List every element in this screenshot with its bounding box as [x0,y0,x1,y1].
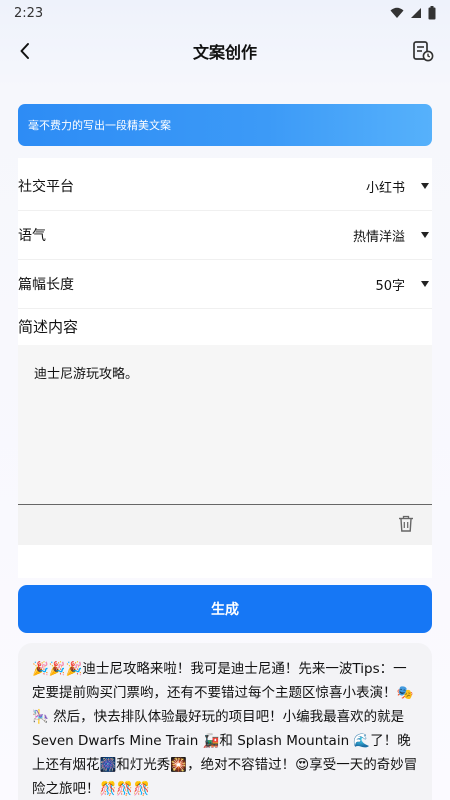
caret-down-icon [421,281,429,287]
app-header: 文案创作 [0,26,450,76]
document-clock-icon [413,41,434,62]
battery-icon [428,6,436,20]
platform-row[interactable]: 社交平台 小红书 [18,162,432,211]
caret-down-icon [421,183,429,189]
tone-value: 热情洋溢 [352,229,405,245]
length-select[interactable]: 50字 [375,275,429,294]
signal-icon [411,8,421,18]
back-button[interactable] [12,38,38,64]
text-toolbar [18,505,432,545]
result-text: 🎉🎉🎉迪士尼攻略来啦！我可是迪士尼通！先来一波Tips：一定要提前购买门票哟，还… [32,661,418,797]
page-title: 文案创作 [192,43,257,62]
tone-label: 语气 [18,228,46,244]
trash-icon[interactable] [398,515,414,533]
platform-value: 小红书 [365,180,405,196]
description-text: 迪士尼游玩攻略。 [34,367,139,382]
banner-text: 毫不费力的写出一段精美文案 [28,119,171,132]
status-icons [390,6,436,20]
result-card: 🎉🎉🎉迪士尼攻略来啦！我可是迪士尼通！先来一波Tips：一定要提前购买门票哟，还… [18,643,432,800]
wifi-icon [390,7,404,18]
tone-row[interactable]: 语气 热情洋溢 [18,211,432,260]
platform-select[interactable]: 小红书 [366,177,429,196]
description-label: 简述内容 [18,318,79,336]
status-bar: 2:23 [0,0,450,26]
generate-button-label: 生成 [211,602,239,618]
promo-banner: 毫不费力的写出一段精美文案 [18,104,432,146]
form-card: 社交平台 小红书 语气 热情洋溢 篇幅长度 50字 简述内容 迪士尼游玩攻略。 [18,158,432,578]
length-value: 50字 [375,278,405,294]
tone-select[interactable]: 热情洋溢 [353,226,429,245]
length-label: 篇幅长度 [18,277,74,293]
chevron-left-icon [20,43,29,59]
generate-button[interactable]: 生成 [18,585,432,633]
platform-label: 社交平台 [18,179,74,195]
length-row[interactable]: 篇幅长度 50字 [18,260,432,309]
history-button[interactable] [410,38,436,64]
description-input[interactable]: 迪士尼游玩攻略。 [18,345,432,505]
status-time: 2:23 [14,5,44,21]
caret-down-icon [421,232,429,238]
